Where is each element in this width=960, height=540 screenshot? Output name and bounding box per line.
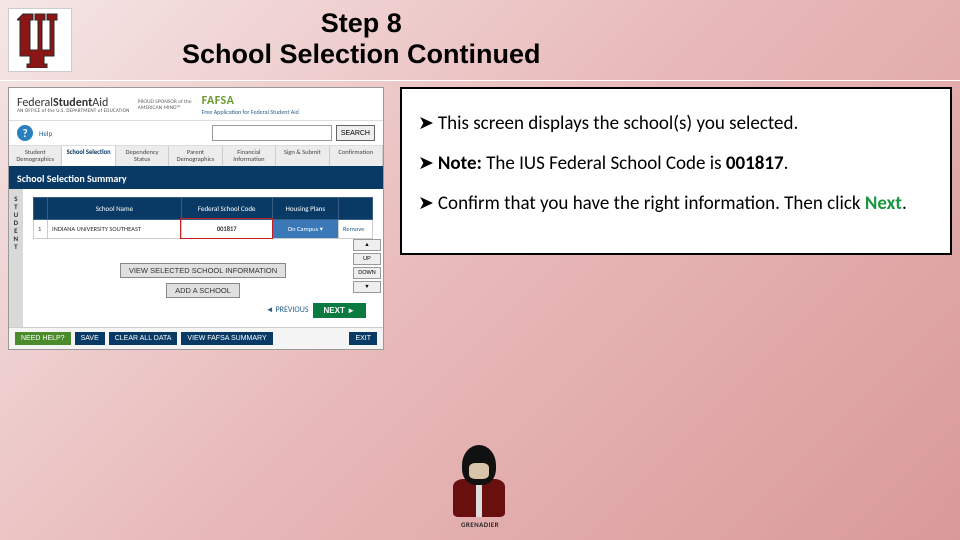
summary-button[interactable]: VIEW FAFSA SUMMARY [181,332,272,345]
page-title-line1: Step 8 [182,8,541,39]
search-button[interactable]: SEARCH [336,125,375,141]
add-school-button[interactable]: ADD A SCHOOL [166,283,240,298]
tab-sign-submit[interactable]: Sign & Submit [276,146,329,166]
tab-parent-demographics[interactable]: Parent Demographics [169,146,222,166]
tab-student-demographics[interactable]: Student Demographics [9,146,62,166]
help-icon[interactable]: ? [17,125,33,141]
move-bottom-button[interactable]: ▼ [353,281,381,293]
school-table: School Name Federal School Code Housing … [33,197,373,239]
fafsa-topbar: FederalStudentAid AN OFFICE of the U.S. … [9,88,383,121]
th-housing: Housing Plans [272,197,338,219]
exit-button[interactable]: EXIT [349,332,377,345]
callout-line1: ➤This screen displays the school(s) you … [418,113,934,135]
callout-line3: ➤Confirm that you have the right informa… [418,193,934,215]
move-up-button[interactable]: UP [353,253,381,265]
th-blank2 [339,197,373,219]
fsa-subtitle: AN OFFICE of the U.S. DEPARTMENT of EDUC… [17,109,130,114]
page-title-line2: School Selection Continued [182,39,541,70]
cell-remove[interactable]: Remove [339,219,373,238]
student-vstrip: STUDENT [9,189,23,327]
cell-name: INDIANA UNIVERSITY SOUTHEAST [48,219,182,238]
th-code: Federal School Code [181,197,272,219]
need-help-button[interactable]: NEED HELP? [15,332,71,345]
iu-logo [8,8,72,72]
previous-link[interactable]: ◄ PREVIOUS [266,304,309,317]
tab-confirmation[interactable]: Confirmation [330,146,383,166]
bottom-bar: NEED HELP? SAVE CLEAR ALL DATA VIEW FAFS… [9,327,383,349]
callout-line2: ➤Note: The IUS Federal School Code is 00… [418,153,934,175]
reorder-controls: ▲ UP DOWN ▼ [353,239,381,293]
search-input[interactable] [212,125,332,141]
grenadier-label: GRENADIER [440,520,520,529]
save-button[interactable]: SAVE [75,332,105,345]
grenadier-logo: GRENADIER [430,440,530,530]
sponsor-text: PROUD SPONSOR of the AMERICAN MIND™ [138,99,194,111]
move-top-button[interactable]: ▲ [353,239,381,251]
th-school-name: School Name [48,197,182,219]
bullet-icon: ➤ [418,112,434,135]
cell-housing[interactable]: On Campus ▾ [272,219,338,238]
tab-school-selection[interactable]: School Selection [62,146,115,166]
fsa-logo: FederalStudentAid AN OFFICE of the U.S. … [17,97,130,114]
th-blank1 [34,197,48,219]
cell-code: 001817 [181,219,272,238]
section-header: School Selection Summary [9,168,383,189]
clear-button[interactable]: CLEAR ALL DATA [109,332,178,345]
title-block: Step 8 School Selection Continued [182,8,541,70]
move-down-button[interactable]: DOWN [353,267,381,279]
fafsa-word: FAFSA [202,94,299,108]
table-row: 1 INDIANA UNIVERSITY SOUTHEAST 001817 On… [34,219,373,238]
bullet-icon: ➤ [418,192,434,215]
next-button[interactable]: NEXT ► [314,304,365,317]
tab-financial[interactable]: Financial Information [223,146,276,166]
tab-row: Student Demographics School Selection De… [9,146,383,168]
bullet-icon: ➤ [418,152,434,175]
slide-header: Step 8 School Selection Continued [0,0,960,72]
cell-idx: 1 [34,219,48,238]
tab-dependency[interactable]: Dependency Status [116,146,169,166]
help-search-row: ? Help SEARCH [9,121,383,146]
callout-box: ➤This screen displays the school(s) you … [400,87,952,255]
view-school-button[interactable]: VIEW SELECTED SCHOOL INFORMATION [120,263,286,278]
school-panel: School Name Federal School Code Housing … [23,189,383,327]
fafsa-brand: FAFSA Free Application for Federal Stude… [202,94,299,116]
fafsa-subtitle: Free Application for Federal Student Aid [202,108,299,116]
help-label[interactable]: Help [39,129,52,138]
fafsa-panel: FederalStudentAid AN OFFICE of the U.S. … [8,87,384,350]
